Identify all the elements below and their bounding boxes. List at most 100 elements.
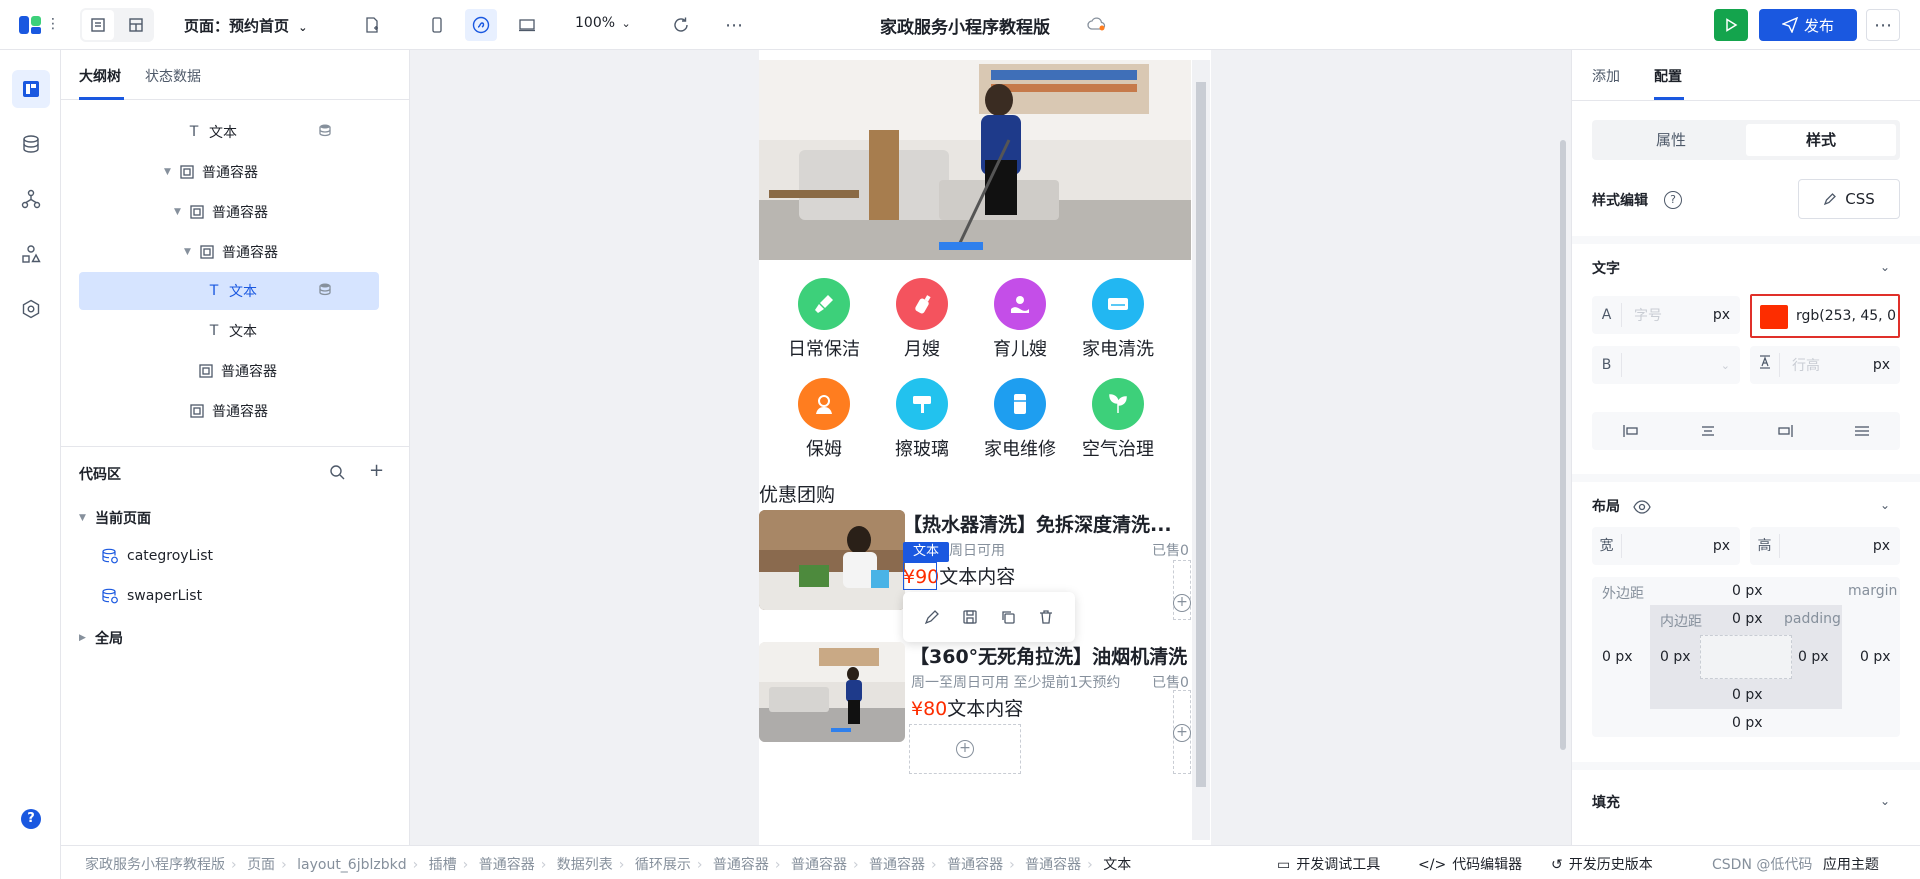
product-card[interactable]: 【360°无死角拉洗】油烟机清洗 周一至周日可用 至少提前1天预约 已售0 ¥8… [759,642,1191,782]
align-justify-icon[interactable] [1853,424,1871,438]
breadcrumb-item[interactable]: layout_6jblzbkd [297,857,406,873]
breadcrumb-item[interactable]: 普通容器 [947,857,1003,873]
tab-add[interactable]: 添加 [1592,66,1620,86]
price-value[interactable]: ¥80 [911,698,947,720]
tree-node-text-selected[interactable]: T 文本 [79,272,379,310]
tree-node-container[interactable]: 普通容器 [79,392,379,430]
breadcrumb-item[interactable]: 页面 [247,857,275,873]
add-component-icon[interactable]: + [956,740,974,758]
chevron-down-icon[interactable]: ⌄ [1880,260,1890,274]
padding-top-value[interactable]: 0 px [1732,611,1763,627]
height-field[interactable]: 高 px [1750,527,1900,565]
segment-properties[interactable]: 属性 [1596,124,1746,156]
caret-down-icon[interactable]: ▼ [79,513,95,523]
tab-outline-tree[interactable]: 大纲树 [79,66,121,86]
category-item[interactable]: 家电维修 [975,378,1065,461]
css-button[interactable]: CSS [1798,179,1900,219]
category-item[interactable]: 空气治理 [1073,378,1163,461]
canvas-scrollbar-outer[interactable] [1560,140,1566,750]
caret-down-icon[interactable]: ▼ [164,167,176,177]
margin-top-value[interactable]: 0 px [1732,583,1763,599]
breadcrumb-item[interactable]: 普通容器 [713,857,769,873]
caret-down-icon[interactable]: ▼ [184,247,196,257]
add-component-icon[interactable]: + [1173,594,1191,612]
width-field[interactable]: 宽 px [1592,527,1740,565]
zoom-selector[interactable]: 100% ⌄ [575,15,631,31]
app-logo[interactable] [18,14,44,36]
category-item[interactable]: 日常保洁 [779,278,869,361]
segment-styles[interactable]: 样式 [1746,124,1896,156]
components-icon[interactable] [12,235,50,273]
add-icon[interactable]: + [369,460,384,481]
font-weight-select[interactable]: B ⌄ [1592,346,1740,384]
align-right-icon[interactable] [1776,424,1794,438]
miniprogram-preview-icon[interactable] [465,9,497,41]
publish-button[interactable]: 发布 [1759,9,1857,41]
tab-config[interactable]: 配置 [1654,66,1682,86]
delete-icon[interactable] [1038,609,1054,625]
margin-bottom-value[interactable]: 0 px [1732,715,1763,731]
caret-right-icon[interactable]: ▶ [79,633,95,643]
outline-panel-icon[interactable] [12,70,50,108]
chevron-down-icon[interactable]: ⌄ [1880,794,1890,808]
text-color-field[interactable]: rgb(253, 45, 0) [1750,294,1900,338]
font-size-field[interactable]: A 字号 px [1592,296,1740,334]
category-item[interactable]: 擦玻璃 [877,378,967,461]
save-icon[interactable] [962,609,978,625]
desktop-preview-icon[interactable] [511,9,543,41]
database-icon[interactable] [12,125,50,163]
tab-state-data[interactable]: 状态数据 [145,66,201,86]
breadcrumb-item[interactable]: 数据列表 [557,857,613,873]
add-component-icon[interactable]: + [1173,724,1191,742]
selected-component-tag[interactable]: 文本 [903,542,950,562]
logo-menu-icon[interactable]: ⋮ [46,14,60,34]
settings-icon[interactable] [12,290,50,328]
padding-left-value[interactable]: 0 px [1660,649,1691,665]
new-page-icon[interactable] [356,9,388,41]
breadcrumb-item-current[interactable]: 文本 [1103,857,1131,873]
layout-view-icon[interactable] [120,9,152,41]
tree-node-container[interactable]: ▼ 普通容器 [79,193,379,231]
tree-node-text[interactable]: T 文本 [79,113,379,151]
breadcrumb-item[interactable]: 普通容器 [869,857,925,873]
tree-node-container[interactable]: ▼ 普通容器 [79,153,379,191]
eye-icon[interactable] [1633,500,1651,514]
align-center-icon[interactable] [1699,424,1717,438]
category-item[interactable]: 家电清洗 [1073,278,1163,361]
align-left-icon[interactable] [1622,424,1640,438]
code-item-swaperlist[interactable]: swaperList [101,588,202,604]
refresh-icon[interactable] [665,9,697,41]
code-group-global[interactable]: ▶ 全局 [79,628,123,648]
category-item[interactable]: 保姆 [779,378,869,461]
code-item-categroylist[interactable]: categroyList [101,548,213,564]
breadcrumb-item[interactable]: 家政服务小程序教程版 [85,857,225,873]
tree-node-text[interactable]: T 文本 [79,312,379,350]
help-icon[interactable]: ? [21,809,41,829]
breadcrumb-item[interactable]: 普通容器 [791,857,847,873]
copy-icon[interactable] [1000,609,1016,625]
run-button[interactable] [1714,9,1748,41]
breadcrumb-item[interactable]: 插槽 [429,857,457,873]
page-selector[interactable]: 页面：预约首页 ⌄ [184,15,307,36]
padding-bottom-value[interactable]: 0 px [1732,687,1763,703]
margin-right-value[interactable]: 0 px [1860,649,1891,665]
cloud-sync-icon[interactable] [1087,16,1107,32]
padding-right-value[interactable]: 0 px [1798,649,1829,665]
history-button[interactable]: ↺ 开发历史版本 [1551,854,1653,874]
mobile-preview-icon[interactable] [421,9,453,41]
breadcrumb-item[interactable]: 普通容器 [479,857,535,873]
caret-down-icon[interactable]: ▼ [174,207,186,217]
outline-view-icon[interactable] [82,10,114,40]
tree-node-container[interactable]: 普通容器 [79,352,379,390]
line-height-field[interactable]: 行高 px [1750,346,1900,384]
breadcrumb-item[interactable]: 普通容器 [1025,857,1081,873]
category-item[interactable]: 育儿嫂 [975,278,1065,361]
dev-tools-button[interactable]: ▭ 开发调试工具 [1277,854,1380,874]
code-group-current-page[interactable]: ▼ 当前页面 [79,508,151,528]
edit-icon[interactable] [924,609,940,625]
canvas-scrollbar[interactable] [1192,60,1210,840]
more-options-icon[interactable]: ⋯ [718,9,750,41]
color-swatch[interactable] [1760,305,1788,329]
tree-node-container[interactable]: ▼ 普通容器 [79,233,379,271]
help-circle-icon[interactable]: ? [1664,191,1682,209]
